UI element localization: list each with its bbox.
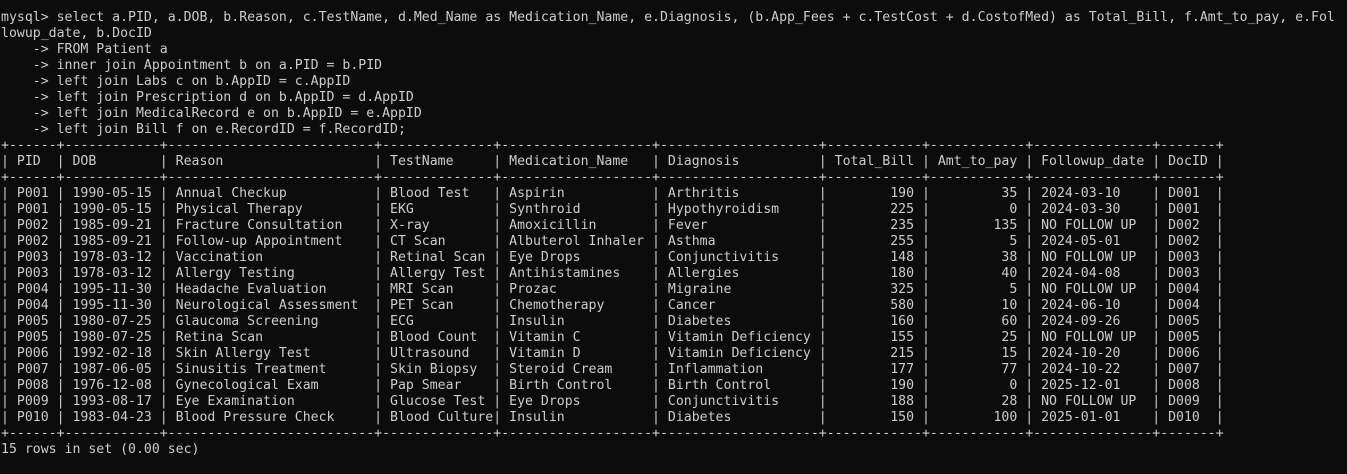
query-line-3: -> FROM Patient a <box>1 42 168 57</box>
table-header: | PID | DOB | Reason | TestName | Medica… <box>1 154 1224 169</box>
table-row: | P008 | 1976-12-08 | Gynecological Exam… <box>1 378 1224 393</box>
query-line-1: mysql> select a.PID, a.DOB, b.Reason, c.… <box>1 10 1347 26</box>
table-row: | P003 | 1978-03-12 | Vaccination | Reti… <box>1 250 1224 265</box>
table-row: | P005 | 1980-07-25 | Glaucoma Screening… <box>1 314 1224 329</box>
result-status: 15 rows in set (0.00 sec) <box>1 442 200 457</box>
table-border-mid: +------+------------+-------------------… <box>1 170 1224 185</box>
table-row: | P010 | 1983-04-23 | Blood Pressure Che… <box>1 410 1224 425</box>
table-row: | P001 | 1990-05-15 | Physical Therapy |… <box>1 202 1224 217</box>
table-border-top: +------+------------+-------------------… <box>1 138 1224 153</box>
query-line-5: -> left join Labs c on b.AppID = c.AppID <box>1 74 351 89</box>
table-row: | P004 | 1995-11-30 | Neurological Asses… <box>1 298 1224 313</box>
query-line-8: -> left join Bill f on e.RecordID = f.Re… <box>1 122 406 137</box>
query-text: select a.PID, a.DOB, b.Reason, c.TestNam… <box>56 10 1335 25</box>
table-row: | P009 | 1993-08-17 | Eye Examination | … <box>1 394 1224 409</box>
table-row: | P003 | 1978-03-12 | Allergy Testing | … <box>1 266 1224 281</box>
terminal-window[interactable]: mysql> select a.PID, a.DOB, b.Reason, c.… <box>0 0 1347 474</box>
query-line-6: -> left join Prescription d on b.AppID =… <box>1 90 414 105</box>
query-line-4: -> inner join Appointment b on a.PID = b… <box>1 58 383 73</box>
table-row: | P007 | 1987-06-05 | Sinusitis Treatmen… <box>1 362 1224 377</box>
query-line-7: -> left join MedicalRecord e on b.AppID … <box>1 106 422 121</box>
table-row: | P004 | 1995-11-30 | Headache Evaluatio… <box>1 282 1224 297</box>
table-row: | P002 | 1985-09-21 | Fracture Consultat… <box>1 218 1224 233</box>
table-row: | P005 | 1980-07-25 | Retina Scan | Bloo… <box>1 330 1224 345</box>
table-row: | P002 | 1985-09-21 | Follow-up Appointm… <box>1 234 1224 249</box>
table-row: | P001 | 1990-05-15 | Annual Checkup | B… <box>1 186 1224 201</box>
query-line-2: lowup_date, b.DocID <box>1 26 152 41</box>
table-row: | P006 | 1992-02-18 | Skin Allergy Test … <box>1 346 1224 361</box>
mysql-prompt: mysql> <box>1 10 57 25</box>
table-border-bottom: +------+------------+-------------------… <box>1 426 1224 441</box>
